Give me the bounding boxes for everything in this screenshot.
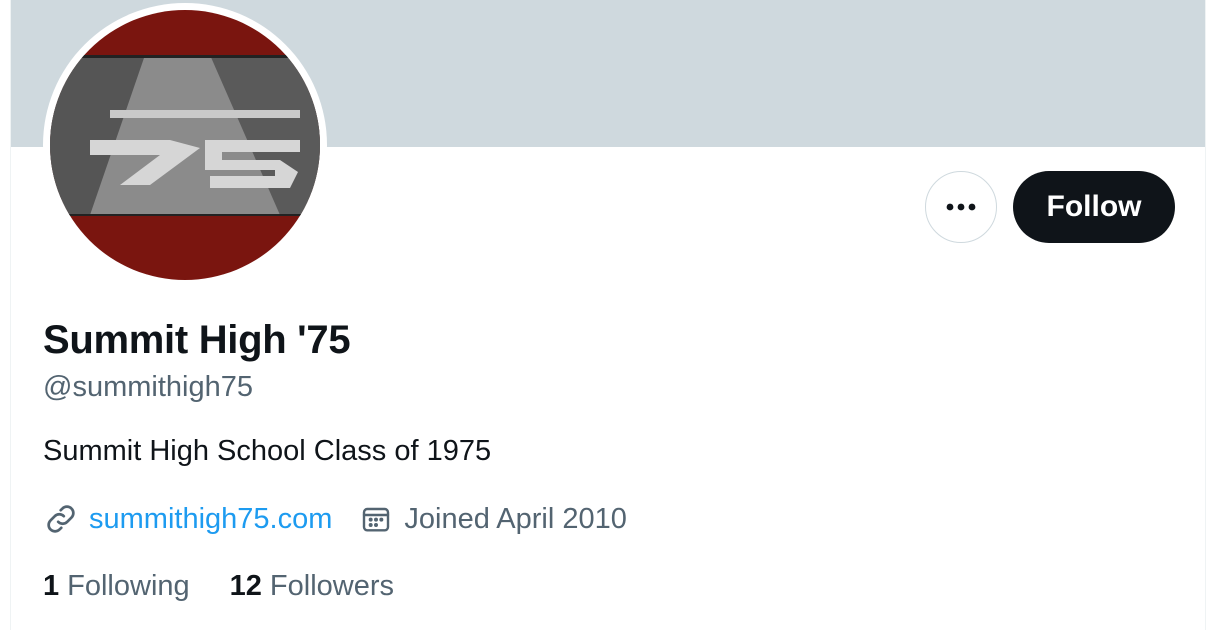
joined-item: Joined April 2010 (358, 501, 627, 537)
following-count: 1 (43, 569, 60, 602)
follow-stats: 1 Following 12 Followers (43, 566, 394, 606)
website-link[interactable]: summithigh75.com (89, 503, 332, 536)
avatar-image (50, 10, 320, 280)
followers-stat[interactable]: 12 Followers (230, 570, 394, 603)
more-horizontal-icon (946, 203, 976, 211)
joined-date: Joined April 2010 (404, 502, 627, 535)
avatar-border (43, 3, 327, 287)
user-handle: @summithigh75 (43, 371, 253, 403)
profile-bio: Summit High School Class of 1975 (43, 435, 492, 467)
followers-label: Followers (269, 569, 394, 602)
following-stat[interactable]: 1 Following (43, 570, 190, 603)
profile-card: Follow Summit High '75 @summithigh75 Sum… (10, 0, 1206, 630)
website-item: summithigh75.com (43, 501, 332, 537)
followers-count: 12 (229, 569, 262, 602)
more-options-button[interactable] (925, 171, 997, 243)
following-label: Following (67, 569, 190, 602)
avatar[interactable] (50, 10, 320, 280)
calendar-icon (358, 501, 394, 537)
link-icon (43, 501, 79, 537)
follow-button[interactable]: Follow (1013, 171, 1175, 243)
display-name: Summit High '75 (43, 318, 351, 362)
profile-meta: summithigh75.com Joined April 2010 (43, 499, 627, 539)
